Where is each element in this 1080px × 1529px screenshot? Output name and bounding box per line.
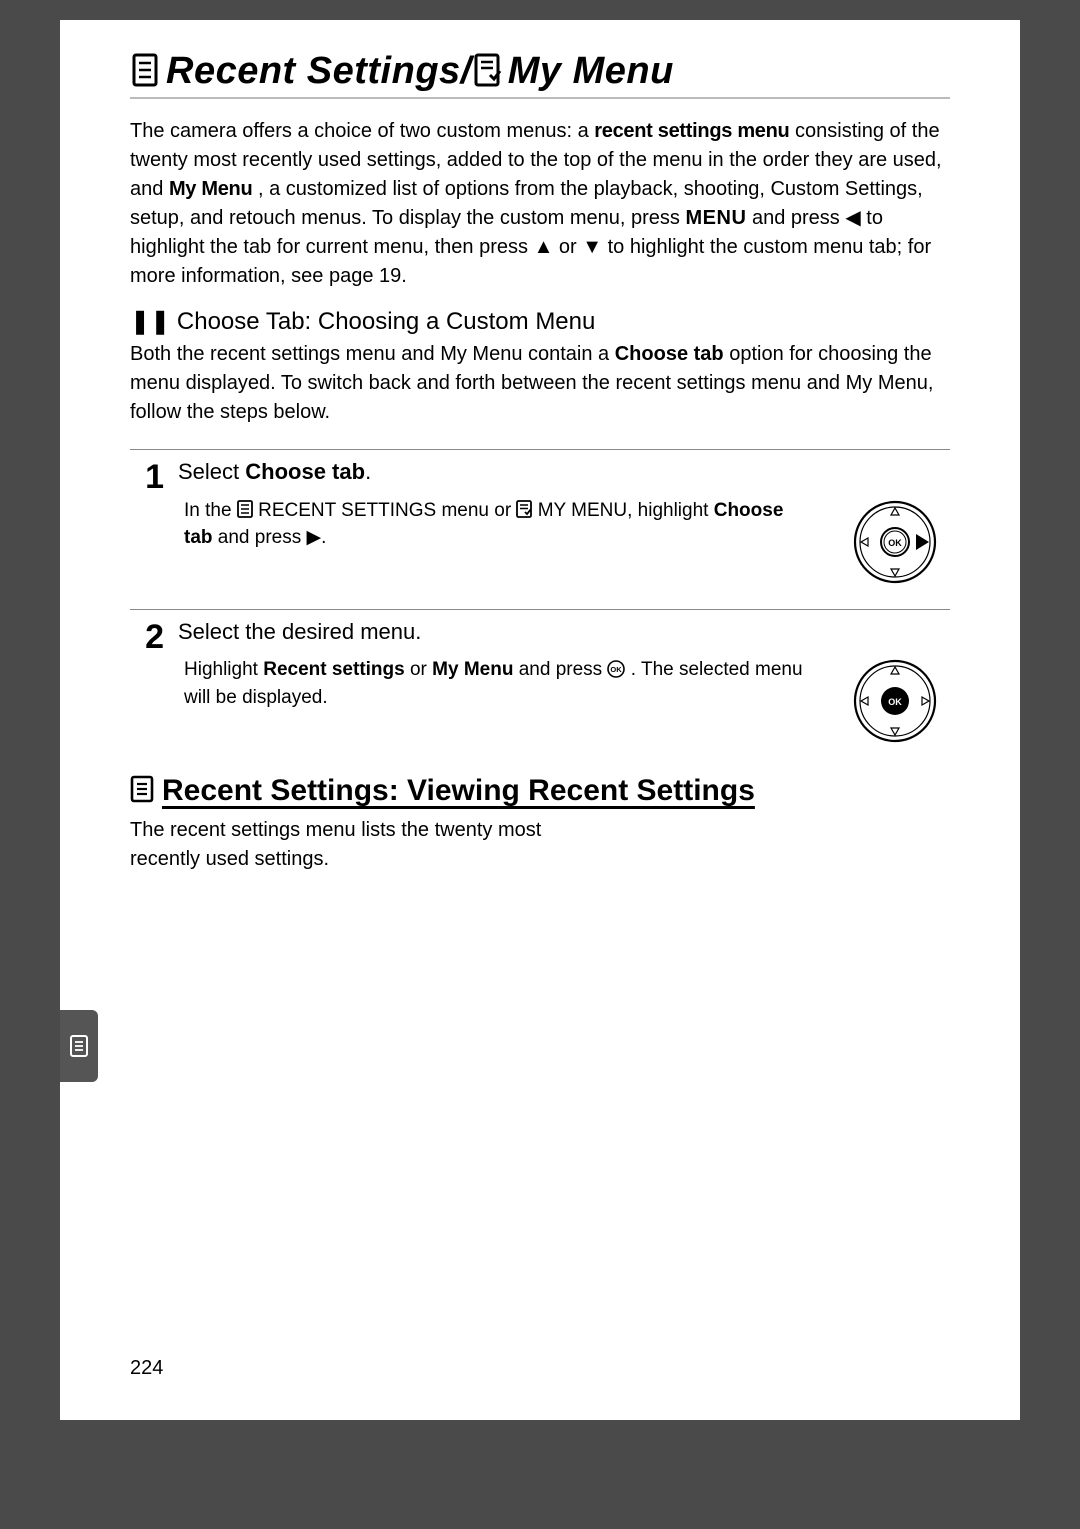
step-text: In the RECENT SETTINGS menu or xyxy=(178,497,810,587)
choose-tab-heading: ❚❚ Choose Tab: Choosing a Custom Menu xyxy=(130,307,950,336)
text: Select xyxy=(178,459,245,484)
text: In the xyxy=(184,500,237,521)
menu-key: MENU xyxy=(686,207,747,229)
recent-settings-icon xyxy=(237,500,258,521)
section-paragraph: The recent settings menu lists the twent… xyxy=(130,816,590,874)
text-bold: Choose tab xyxy=(245,459,365,484)
text: or xyxy=(410,659,432,680)
step-text: Highlight Recent settings or My Menu and… xyxy=(178,656,810,746)
choose-tab-paragraph: Both the recent settings menu and My Men… xyxy=(130,340,950,427)
title-bar: Recent Settings/ My Menu xyxy=(130,50,950,99)
recent-settings-icon xyxy=(69,1034,89,1058)
step-body: Select the desired menu. Highlight Recen… xyxy=(178,618,950,747)
intro-paragraph: The camera offers a choice of two custom… xyxy=(130,117,950,291)
my-menu-icon xyxy=(516,500,537,521)
page-number: 224 xyxy=(130,1357,163,1380)
title-part2: My Menu xyxy=(508,50,674,92)
text: Highlight xyxy=(184,659,263,680)
step-2: 2 Select the desired menu. Highlight Rec… xyxy=(130,618,950,747)
step-1: 1 Select Choose tab. In the xyxy=(130,458,950,587)
ok-button-icon: OK xyxy=(607,659,630,680)
side-tab xyxy=(60,1010,98,1082)
text: and press xyxy=(519,659,608,680)
text: Select the desired menu. xyxy=(178,619,421,644)
text-bold: Choose tab xyxy=(615,343,724,365)
text-bold: recent settings menu xyxy=(594,120,789,142)
heading-text: Recent Settings: Viewing Recent Settings xyxy=(162,774,755,807)
text: Both the recent settings menu and My Men… xyxy=(130,343,615,365)
svg-text:OK: OK xyxy=(888,697,902,707)
separator xyxy=(130,609,950,610)
manual-page: Recent Settings/ My Menu The camera offe… xyxy=(60,20,1020,1420)
svg-text:OK: OK xyxy=(611,665,623,674)
page-title: Recent Settings/ My Menu xyxy=(130,50,950,93)
text: . xyxy=(365,459,371,484)
heading-text: Choose Tab: Choosing a Custom Menu xyxy=(170,308,595,335)
text: RECENT SETTINGS menu or xyxy=(258,500,516,521)
dpad-ok-icon: OK xyxy=(840,656,950,746)
text-bold: Recent settings xyxy=(263,659,404,680)
text: and press ▶. xyxy=(218,527,327,548)
recent-settings-icon xyxy=(130,53,160,87)
text-bold: My Menu xyxy=(432,659,513,680)
separator xyxy=(130,449,950,450)
dpad-right-icon: OK xyxy=(840,497,950,587)
step-title: Select the desired menu. xyxy=(178,618,950,647)
recent-settings-heading: Recent Settings: Viewing Recent Settings xyxy=(130,774,950,808)
step-number: 2 xyxy=(130,618,164,654)
my-menu-icon xyxy=(472,53,502,87)
step-row: Highlight Recent settings or My Menu and… xyxy=(178,656,950,746)
text: The camera offers a choice of two custom… xyxy=(130,120,594,142)
step-title: Select Choose tab. xyxy=(178,458,950,487)
step-row: In the RECENT SETTINGS menu or xyxy=(178,497,950,587)
heading-marker: ❚❚ xyxy=(130,308,170,335)
text: MY MENU, highlight xyxy=(538,500,714,521)
step-body: Select Choose tab. In the xyxy=(178,458,950,587)
text-bold: My Menu xyxy=(169,178,252,200)
title-part1: Recent Settings/ xyxy=(166,50,472,92)
recent-settings-icon xyxy=(130,775,154,803)
svg-text:OK: OK xyxy=(888,538,902,548)
step-number: 1 xyxy=(130,458,164,494)
